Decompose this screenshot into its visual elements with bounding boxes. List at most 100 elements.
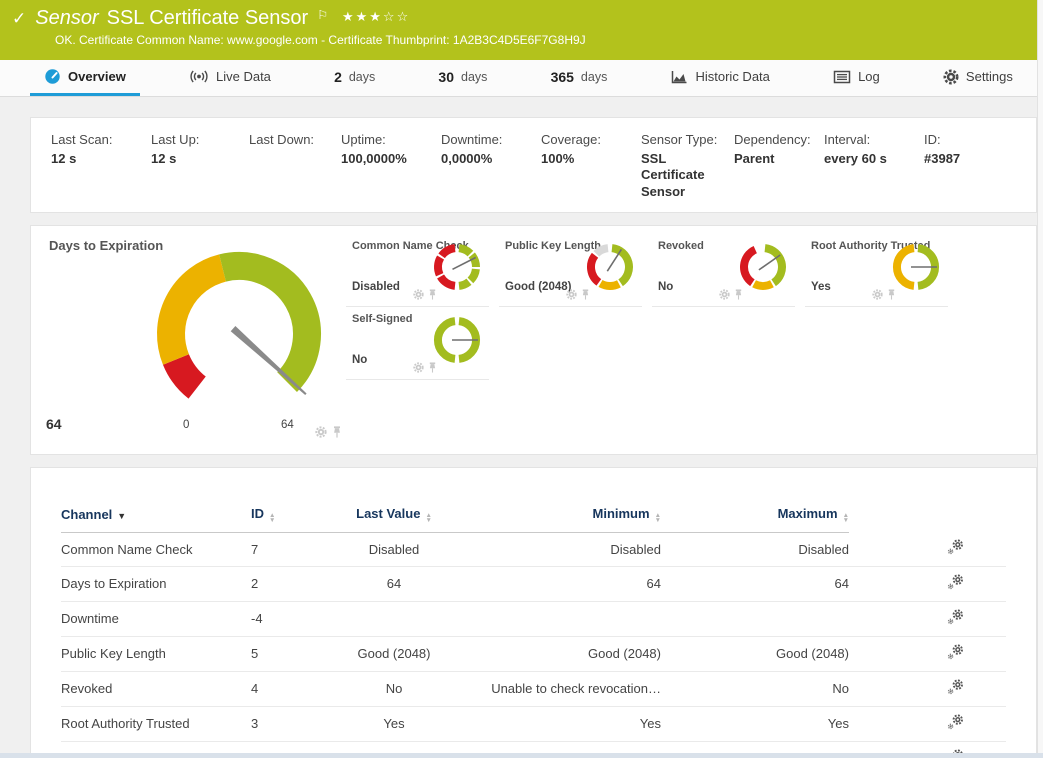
tab-settings[interactable]: Settings xyxy=(929,60,1027,96)
table-row-days-to-expiration: Days to Expiration 2 64 64 64 xyxy=(61,567,1006,602)
gear-icon[interactable] xyxy=(413,289,424,300)
gauge-common-name-check: Common Name Check Disabled xyxy=(346,234,489,307)
pin-icon[interactable] xyxy=(332,426,342,438)
cell-channel: Downtime xyxy=(61,602,251,637)
channel-table-panel: Channel▼ID▲▼Last Value▲▼Minimum▲▼Maximum… xyxy=(30,467,1037,758)
info-value: #3987 xyxy=(924,151,1004,167)
column-label: Last Value xyxy=(356,506,420,521)
pin-icon[interactable] xyxy=(428,289,437,300)
tab-label: Settings xyxy=(966,69,1013,84)
scrollbar-track[interactable] xyxy=(1037,0,1043,758)
info-interval: Interval: every 60 s xyxy=(824,132,924,200)
tab-365-days[interactable]: 365 days xyxy=(537,60,622,96)
cell-maximum xyxy=(661,602,849,637)
column-label: Minimum xyxy=(593,506,650,521)
tab-log[interactable]: Log xyxy=(819,60,894,96)
gauge-value: Good (2048) xyxy=(505,281,571,293)
tab-2-days[interactable]: 2 days xyxy=(320,60,389,96)
table-row-public-key-length: Public Key Length 5 Good (2048) Good (20… xyxy=(61,637,1006,672)
column-label: ID xyxy=(251,506,264,521)
channel-settings-icon[interactable] xyxy=(947,574,964,590)
column-header-minimum[interactable]: Minimum ▲▼ xyxy=(477,502,661,533)
info-sensor-type: Sensor Type: SSL Certificate Sensor xyxy=(641,132,734,200)
cell-last-value: Yes xyxy=(311,707,477,742)
info-label: Last Scan: xyxy=(51,132,151,147)
cell-id: 5 xyxy=(251,637,311,672)
pin-icon[interactable] xyxy=(734,289,743,300)
gauge-actions xyxy=(413,289,437,300)
page-title: SSL Certificate Sensor xyxy=(107,7,309,30)
sort-icon: ▲▼ xyxy=(655,513,661,523)
column-header-maximum[interactable]: Maximum▲▼ xyxy=(661,502,849,533)
table-row-revoked: Revoked 4 No Unable to check revocation…… xyxy=(61,672,1006,707)
gauge-title: Revoked xyxy=(658,240,704,252)
tab-overview[interactable]: Overview xyxy=(30,60,140,96)
info-value: every 60 s xyxy=(824,151,904,167)
table-row-common-name-check: Common Name Check 7 Disabled Disabled Di… xyxy=(61,532,1006,567)
star-rating[interactable]: ★★★☆☆ xyxy=(342,9,410,25)
cell-minimum: 64 xyxy=(477,567,661,602)
flag-icon[interactable]: ⚐ xyxy=(317,8,328,22)
tab-30-days[interactable]: 30 days xyxy=(424,60,501,96)
column-label: Channel xyxy=(61,507,112,522)
info-downtime: Downtime: 0,0000% xyxy=(441,132,541,200)
tab-unit: days xyxy=(581,70,607,84)
table-row-root-authority-trusted: Root Authority Trusted 3 Yes Yes Yes xyxy=(61,707,1006,742)
info-value: 100,0000% xyxy=(341,151,421,167)
gauge-value: No xyxy=(658,281,673,293)
tab-historic-data[interactable]: Historic Data xyxy=(656,60,783,96)
info-label: Last Up: xyxy=(151,132,249,147)
gauge-donut xyxy=(433,243,481,291)
table-row-downtime: Downtime -4 xyxy=(61,602,1006,637)
cell-maximum: No xyxy=(661,672,849,707)
pin-icon[interactable] xyxy=(887,289,896,300)
cell-channel: Days to Expiration xyxy=(61,567,251,602)
column-header-actions xyxy=(849,502,1006,533)
gear-icon[interactable] xyxy=(566,289,577,300)
sort-desc-icon: ▼ xyxy=(117,511,126,521)
channel-settings-icon[interactable] xyxy=(947,539,964,555)
info-dependency: Dependency: Parent xyxy=(734,132,824,200)
gauge-donut xyxy=(892,243,940,291)
cell-settings xyxy=(849,602,1006,637)
channel-table-header-row: Channel▼ID▲▼Last Value▲▼Minimum▲▼Maximum… xyxy=(61,502,1006,533)
info-last-down: Last Down: xyxy=(249,132,341,200)
info-value: 12 s xyxy=(151,151,231,167)
sensor-title-row: ✓ Sensor SSL Certificate Sensor ⚐ ★★★☆☆ xyxy=(12,7,1031,30)
column-header-id[interactable]: ID▲▼ xyxy=(251,502,311,533)
channel-gauges-grid: Common Name Check Disabled Public Key Le… xyxy=(346,234,958,380)
pin-icon[interactable] xyxy=(581,289,590,300)
channel-settings-icon[interactable] xyxy=(947,609,964,625)
gear-icon[interactable] xyxy=(872,289,883,300)
channel-settings-icon[interactable] xyxy=(947,679,964,695)
bottom-edge xyxy=(0,753,1043,758)
channel-settings-icon[interactable] xyxy=(947,644,964,660)
cell-settings xyxy=(849,567,1006,602)
cell-maximum: Yes xyxy=(661,707,849,742)
cell-settings xyxy=(849,637,1006,672)
channel-settings-icon[interactable] xyxy=(947,714,964,730)
gear-icon[interactable] xyxy=(413,362,424,373)
sensor-info-panel: Last Scan: 12 sLast Up: 12 sLast Down: U… xyxy=(30,117,1037,213)
status-ok-check-icon: ✓ xyxy=(12,9,26,29)
cell-channel: Public Key Length xyxy=(61,637,251,672)
tab-live-data[interactable]: Live Data xyxy=(175,60,285,96)
sort-icon: ▲▼ xyxy=(425,513,431,523)
gauge-root-authority-trusted: Root Authority Trusted Yes xyxy=(805,234,948,307)
info-label: Downtime: xyxy=(441,132,541,147)
sensor-header: ✓ Sensor SSL Certificate Sensor ⚐ ★★★☆☆ … xyxy=(0,0,1043,60)
cell-last-value: No xyxy=(311,672,477,707)
gear-icon[interactable] xyxy=(719,289,730,300)
tab-bar: Overview Live Data 2 days 30 days 365 da… xyxy=(0,60,1043,97)
prtg-sensor-page: ✓ Sensor SSL Certificate Sensor ⚐ ★★★☆☆ … xyxy=(0,0,1043,758)
column-header-channel[interactable]: Channel ▼ xyxy=(61,502,251,533)
gear-icon[interactable] xyxy=(315,426,327,438)
tab-label: Overview xyxy=(68,69,126,84)
channel-table: Channel▼ID▲▼Last Value▲▼Minimum▲▼Maximum… xyxy=(61,502,1006,758)
info-label: Dependency: xyxy=(734,132,824,147)
info-label: Interval: xyxy=(824,132,924,147)
gauge-needle xyxy=(759,255,780,270)
column-header-last-value[interactable]: Last Value ▲▼ xyxy=(311,502,477,533)
cell-id: -4 xyxy=(251,602,311,637)
pin-icon[interactable] xyxy=(428,362,437,373)
